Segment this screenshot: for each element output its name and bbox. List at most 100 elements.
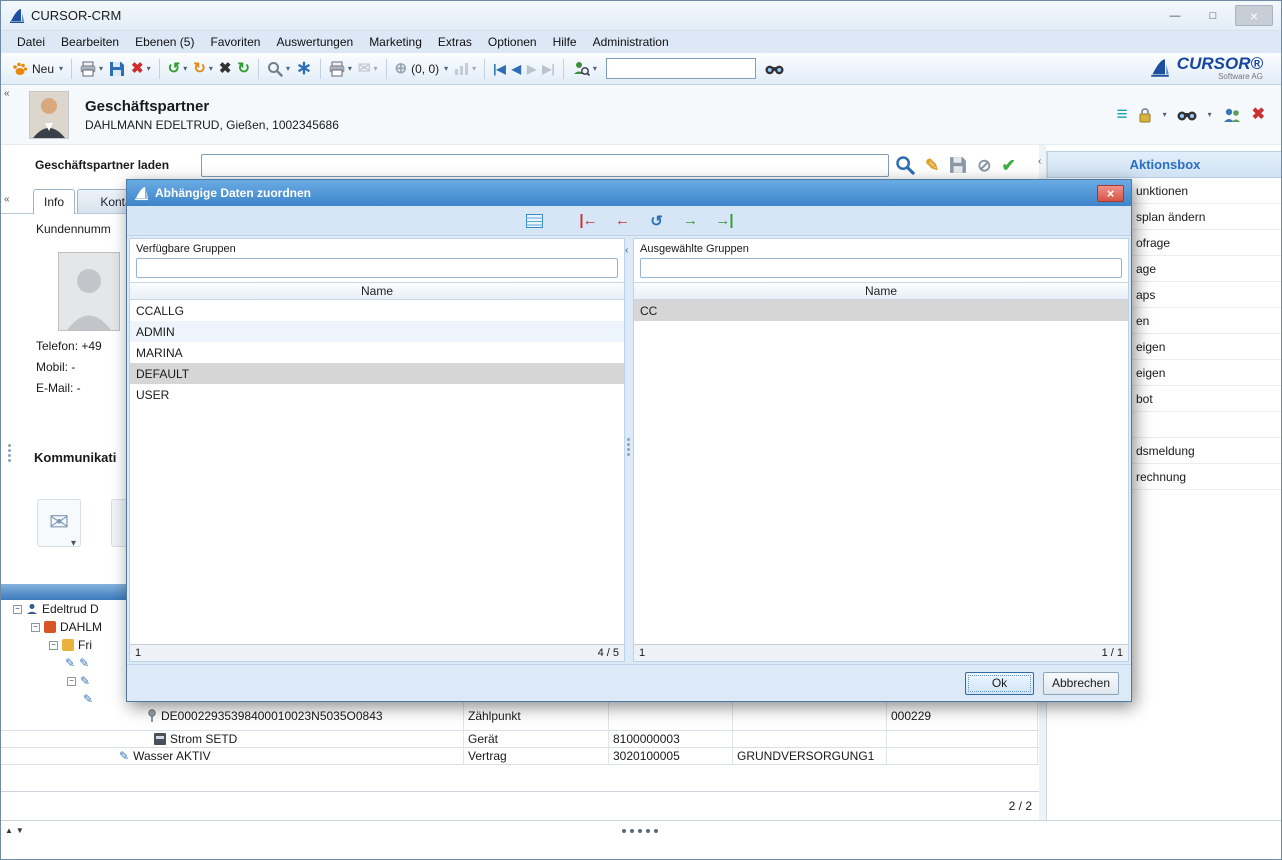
remove-all-button[interactable]: |←	[576, 210, 600, 232]
ok-button[interactable]: Ok	[965, 672, 1034, 695]
selected-filter-input[interactable]	[640, 258, 1122, 278]
menu-item-hilfe[interactable]: Hilfe	[545, 31, 585, 53]
people-icon[interactable]	[1222, 107, 1242, 123]
nav-first-button[interactable]: |◀	[493, 62, 506, 76]
toolbar-separator	[320, 59, 321, 79]
search-icon[interactable]	[895, 155, 915, 175]
table-row[interactable]: DE00022935398400010023N5035O0843 Zählpun…	[1, 702, 1041, 731]
expander-icon[interactable]: −	[67, 677, 76, 686]
collapse-left-chevron[interactable]: «	[4, 89, 10, 99]
logo-brand: CURSOR®	[1177, 55, 1263, 73]
app-icon	[134, 186, 149, 201]
edit-pencil-icon[interactable]: ✎	[925, 157, 939, 174]
nav-prev-button[interactable]: ◀	[512, 62, 521, 76]
telefon-value: Telefon: +49	[36, 339, 102, 353]
quicksearch-input[interactable]	[606, 58, 756, 79]
view-columns-button[interactable]	[522, 210, 546, 232]
expander-icon[interactable]: −	[31, 623, 40, 632]
minimize-button[interactable]: —	[1159, 5, 1191, 26]
position-button[interactable]: ⊕ (0, 0) ▾	[392, 57, 452, 81]
table-row[interactable]: ✎ Wasser AKTIV Vertrag 3020100005 GRUNDV…	[1, 748, 1041, 765]
window-titlebar[interactable]: CURSOR-CRM — □ ×	[1, 1, 1281, 31]
new-button[interactable]: Neu ▾	[9, 57, 66, 81]
undo-assignment-button[interactable]: ↺	[644, 210, 668, 232]
left-splitter-handle[interactable]	[8, 444, 11, 462]
chevron-down-icon: ▾	[374, 64, 378, 73]
menu-item-favoriten[interactable]: Favoriten	[202, 31, 268, 53]
toolbar-separator	[258, 59, 259, 79]
group-row[interactable]: MARINA	[130, 342, 624, 363]
refresh-button[interactable]: ↻	[234, 57, 253, 81]
tab-info[interactable]: Info	[33, 189, 75, 214]
group-row[interactable]: CCALLG	[130, 300, 624, 321]
name-column-header[interactable]: Name	[634, 282, 1128, 300]
table-cell: GRUNDVERSORGUNG1	[733, 748, 887, 764]
toolbar-separator	[484, 59, 485, 79]
group-row[interactable]: ADMIN	[130, 321, 624, 342]
loader-input[interactable]	[201, 154, 889, 177]
aktionsbox-header[interactable]: Aktionsbox	[1047, 151, 1282, 178]
print-report-button[interactable]: ▾	[326, 57, 355, 81]
printer-icon	[329, 61, 345, 77]
cancel-button[interactable]: Abbrechen	[1043, 672, 1119, 695]
table-cell	[887, 731, 1038, 747]
print-button[interactable]: ▾	[77, 57, 106, 81]
remove-button[interactable]: ←	[610, 210, 634, 232]
lookup-button[interactable]: ▾	[264, 57, 293, 81]
dialog-close-button[interactable]: ×	[1097, 185, 1124, 202]
available-filter-input[interactable]	[136, 258, 618, 278]
actions-button[interactable]: ∗	[293, 57, 315, 81]
dialog-titlebar[interactable]: Abhängige Daten zuordnen ×	[127, 180, 1131, 206]
contact-photo	[58, 252, 120, 331]
binoculars-icon[interactable]	[1177, 108, 1197, 122]
collapse-handles[interactable]: ▲▼	[5, 826, 27, 835]
menu-item-bearbeiten[interactable]: Bearbeiten	[53, 31, 127, 53]
table-cell: ✎ Wasser AKTIV	[1, 748, 464, 764]
expander-icon[interactable]: −	[13, 605, 22, 614]
horizontal-splitter-handle[interactable]	[622, 829, 658, 833]
expander-icon[interactable]: −	[49, 641, 58, 650]
menu-item-administration[interactable]: Administration	[585, 31, 677, 53]
discard-button[interactable]: ✖	[216, 57, 235, 81]
confirm-check-icon[interactable]: ✔	[1002, 157, 1016, 174]
maximize-button[interactable]: □	[1197, 5, 1229, 26]
window-controls: — □ ×	[1159, 5, 1273, 26]
menu-item-datei[interactable]: Datei	[9, 31, 53, 53]
deactivate-icon[interactable]: ⊘	[977, 157, 991, 174]
undo-button[interactable]: ↺ ▾	[165, 57, 191, 81]
add-all-button[interactable]: →|	[712, 210, 736, 232]
group-row-selected[interactable]: CC	[634, 300, 1128, 321]
send-button[interactable]: ✉ ▾	[355, 57, 381, 81]
mobil-value: Mobil: -	[36, 360, 75, 374]
nav-next-button[interactable]: ▶	[527, 62, 536, 76]
menu-item-auswertungen[interactable]: Auswertungen	[268, 31, 361, 53]
kundennummer-label: Kundennumm	[36, 222, 111, 236]
pager-value: 2 / 2	[1009, 799, 1032, 813]
save-view-icon[interactable]	[949, 156, 967, 174]
close-record-icon[interactable]: ✖	[1252, 107, 1265, 123]
menu-item-extras[interactable]: Extras	[430, 31, 480, 53]
chart-button[interactable]: ▾	[451, 57, 479, 81]
close-button[interactable]: ×	[1235, 5, 1273, 26]
lock-icon[interactable]	[1138, 107, 1152, 123]
group-row-selected[interactable]: DEFAULT	[130, 363, 624, 384]
name-column-header[interactable]: Name	[130, 282, 624, 300]
dialog-button-bar: Ok Abbrechen	[127, 664, 1131, 701]
save-button[interactable]	[106, 57, 128, 81]
group-row[interactable]: USER	[130, 384, 624, 405]
binoculars-button[interactable]	[762, 57, 787, 81]
undo-icon: ↺	[168, 61, 181, 76]
collapse-tabs-chevron[interactable]: «	[4, 195, 10, 205]
redo-button[interactable]: ↻ ▾	[190, 57, 216, 81]
menu-item-marketing[interactable]: Marketing	[361, 31, 430, 53]
menu-item-optionen[interactable]: Optionen	[480, 31, 545, 53]
person-search-button[interactable]: ▾	[569, 57, 600, 81]
menu-lines-icon[interactable]: ≡	[1116, 104, 1127, 126]
table-cell: Vertrag	[464, 748, 609, 764]
nav-last-button[interactable]: ▶|	[542, 62, 555, 76]
add-button[interactable]: →	[678, 210, 702, 232]
menu-item-ebenen[interactable]: Ebenen (5)	[127, 31, 202, 53]
table-row[interactable]: Strom SETD Gerät 8100000003	[1, 731, 1041, 748]
delete-button[interactable]: ✖ ▾	[128, 57, 154, 81]
dialog-splitter-handle[interactable]: ‹	[625, 238, 633, 662]
